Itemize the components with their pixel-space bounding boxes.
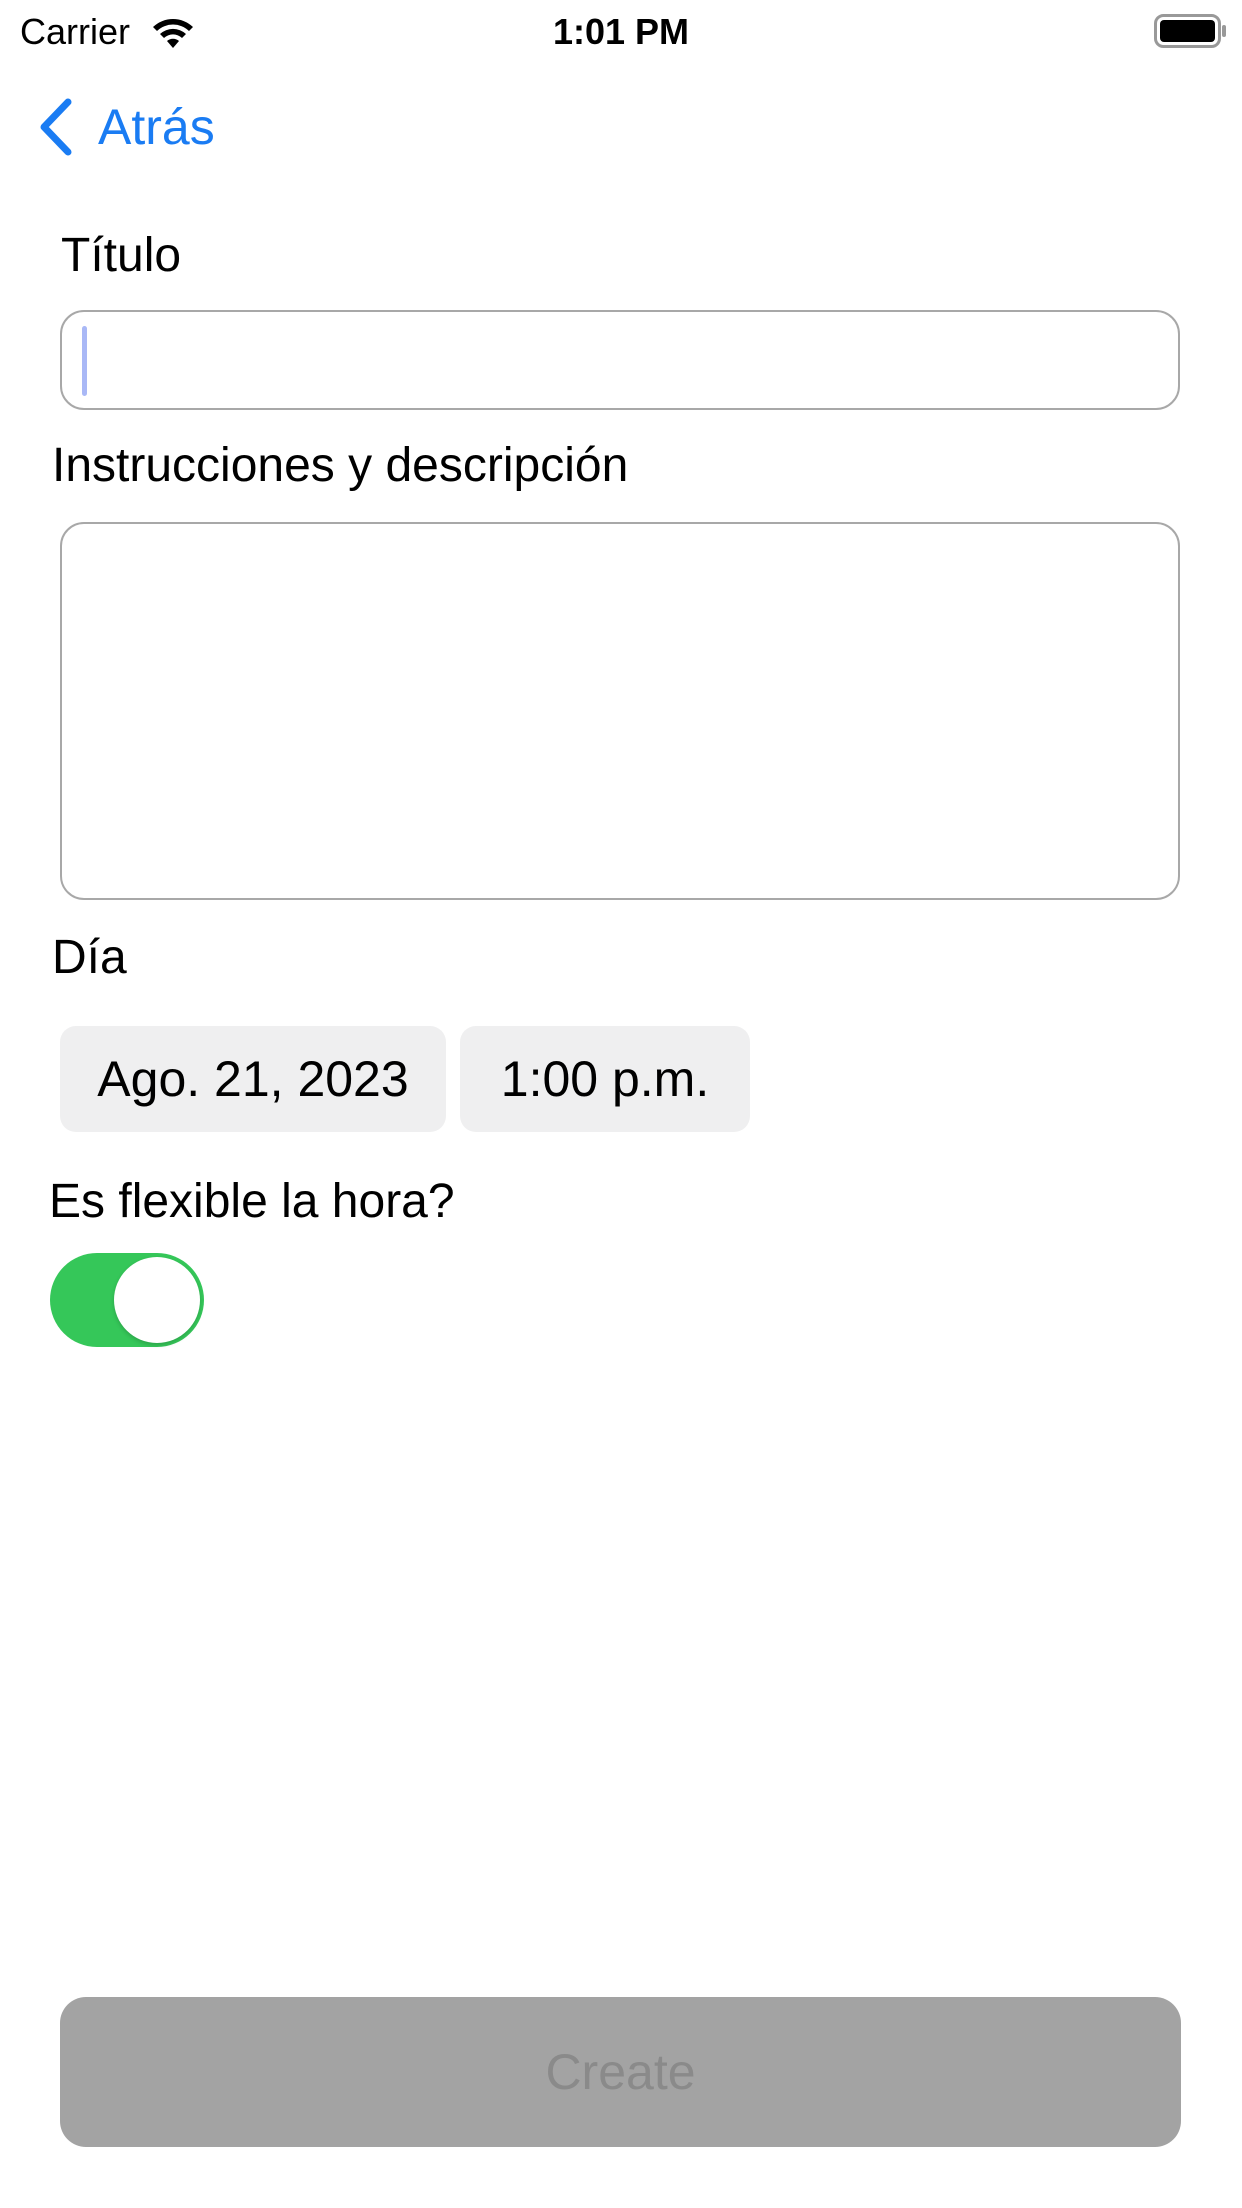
screen: Carrier 1:01 PM Atrás Título Instruccion… [0,0,1242,2208]
back-button[interactable]: Atrás [36,92,215,162]
flexible-label: Es flexible la hora? [49,1175,455,1228]
description-textarea[interactable] [60,522,1180,900]
toggle-knob [114,1257,200,1343]
title-input[interactable] [60,310,1180,410]
flexible-toggle[interactable] [50,1253,204,1347]
description-label: Instrucciones y descripción [52,439,629,492]
battery-icon [1154,14,1226,48]
status-time: 1:01 PM [552,11,690,52]
status-bar: Carrier 1:01 PM [0,0,1242,62]
time-picker-button[interactable]: 1:00 p.m. [460,1026,750,1132]
date-picker-button[interactable]: Ago. 21, 2023 [60,1026,446,1132]
chevron-left-icon [40,98,72,156]
title-label: Título [61,229,182,282]
create-button[interactable]: Create [60,1997,1181,2147]
back-label: Atrás [98,99,215,155]
day-label: Día [52,931,127,984]
text-caret [82,326,87,396]
